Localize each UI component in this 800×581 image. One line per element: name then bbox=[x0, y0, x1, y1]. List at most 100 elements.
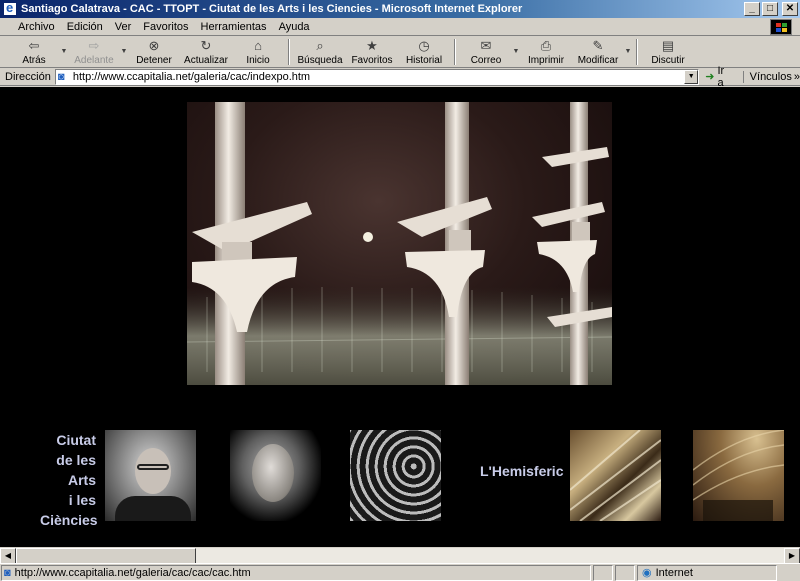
history-icon: ◷ bbox=[418, 38, 430, 53]
interior-lines bbox=[693, 430, 784, 521]
correo-button[interactable]: ✉ Correo bbox=[460, 37, 512, 67]
scroll-thumb[interactable] bbox=[16, 548, 196, 564]
ie-logo-icon bbox=[3, 0, 17, 16]
windows-logo-icon bbox=[770, 19, 792, 35]
home-icon: ⌂ bbox=[254, 38, 262, 53]
side-title-line: Ciutat bbox=[56, 432, 96, 448]
chevron-down-icon[interactable]: ▼ bbox=[60, 37, 68, 67]
adelante-button: ⇨ Adelante bbox=[68, 37, 120, 67]
detener-button[interactable]: ⊗ Detener bbox=[128, 37, 180, 67]
toolbar-button-label: Modificar bbox=[577, 55, 619, 66]
menu-ayuda[interactable]: Ayuda bbox=[273, 21, 316, 33]
toolbar: ⇦ Atrás ▼ ⇨ Adelante ▼ ⊗ Detener ↻ Actualizar ⌂ Ini… bbox=[0, 37, 800, 68]
favorites-icon: ★ bbox=[366, 38, 378, 53]
menu-herramientas[interactable]: Herramientas bbox=[195, 21, 273, 33]
discuss-icon: ▤ bbox=[661, 38, 675, 53]
chevron-down-icon[interactable]: ▼ bbox=[120, 37, 128, 67]
toolbar-button-label: Detener bbox=[136, 55, 172, 66]
hero-photo bbox=[187, 102, 612, 385]
menu-ver[interactable]: Ver bbox=[109, 21, 138, 33]
address-label: Dirección bbox=[5, 70, 51, 83]
menu-favoritos[interactable]: Favoritos bbox=[137, 21, 194, 33]
historial-button[interactable]: ◷ Historial bbox=[398, 37, 450, 67]
thumbnail-spiral[interactable] bbox=[350, 430, 441, 521]
go-arrow-icon: ➜ bbox=[705, 71, 715, 83]
toolbar-button-label: Favoritos bbox=[351, 55, 393, 66]
go-button[interactable]: ➜ Ir a bbox=[705, 65, 732, 89]
discutir-button[interactable]: ▤ Discutir bbox=[642, 37, 694, 67]
status-bar: ◙ http://www.ccapitalia.net/galeria/cac/… bbox=[0, 563, 800, 581]
side-title[interactable]: Ciutat de les Arts i les Ciències bbox=[40, 430, 98, 530]
toolbar-button-label: Actualizar bbox=[184, 55, 228, 66]
back-arrow-icon: ⇦ bbox=[28, 38, 40, 53]
thumbnail-portrait-elder[interactable] bbox=[230, 430, 321, 521]
chevron-right-icon: » bbox=[793, 70, 800, 83]
thumbnail-portrait-calatrava[interactable] bbox=[105, 430, 196, 521]
toolbar-separator bbox=[636, 39, 638, 65]
title-bar: Santiago Calatrava - CAC - TTOPT - Ciuta… bbox=[0, 0, 800, 18]
atrás-button[interactable]: ⇦ Atrás bbox=[8, 37, 60, 67]
security-zone-panel: ◉ Internet bbox=[637, 564, 777, 581]
actualizar-button[interactable]: ↻ Actualizar bbox=[180, 37, 232, 67]
búsqueda-button[interactable]: ⌕ Búsqueda bbox=[294, 37, 346, 67]
zone-label: Internet bbox=[655, 566, 693, 579]
scroll-right-button[interactable]: ▶ bbox=[784, 548, 800, 564]
window-title: Santiago Calatrava - CAC - TTOPT - Ciuta… bbox=[21, 3, 523, 15]
menu-archivo[interactable]: Archivo bbox=[12, 21, 61, 33]
globe-icon: ◉ bbox=[642, 567, 652, 579]
page-icon: ◙ bbox=[57, 70, 65, 83]
side-title-line: i les bbox=[68, 492, 96, 508]
address-input[interactable] bbox=[72, 70, 693, 83]
page-content: Ciutat de les Arts i les Ciències L'Hemi… bbox=[0, 87, 800, 547]
toolbar-button-label: Discutir bbox=[651, 55, 685, 66]
close-button[interactable]: ✕ bbox=[782, 2, 798, 16]
thumbnail-hemisferic-structure[interactable] bbox=[570, 430, 661, 521]
search-icon: ⌕ bbox=[316, 38, 324, 53]
side-title-line: Arts bbox=[67, 472, 96, 488]
status-text: http://www.ccapitalia.net/galeria/cac/ca… bbox=[14, 566, 251, 579]
side-title-line: de les bbox=[56, 452, 96, 468]
chevron-down-icon[interactable]: ▼ bbox=[512, 37, 520, 67]
face-shape bbox=[252, 444, 294, 502]
toolbar-separator bbox=[288, 39, 290, 65]
modificar-button[interactable]: ✎ Modificar bbox=[572, 37, 624, 67]
maximize-button[interactable]: □ bbox=[762, 2, 778, 16]
favoritos-button[interactable]: ★ Favoritos bbox=[346, 37, 398, 67]
forward-arrow-icon: ⇨ bbox=[88, 38, 100, 53]
links-label: Vínculos bbox=[749, 70, 792, 83]
print-icon: ⎙ bbox=[540, 38, 552, 53]
glasses-shape bbox=[137, 464, 169, 470]
page-icon: ◙ bbox=[4, 566, 11, 579]
scroll-left-button[interactable]: ◀ bbox=[0, 548, 16, 564]
address-dropdown-button[interactable]: ▼ bbox=[684, 69, 699, 84]
status-text-panel: ◙ http://www.ccapitalia.net/galeria/cac/… bbox=[1, 564, 591, 581]
address-box: ◙ ▼ bbox=[54, 68, 700, 85]
thumbnail-museum-interior[interactable] bbox=[693, 430, 784, 521]
toolbar-button-label: Correo bbox=[470, 55, 502, 66]
toolbar-button-label: Imprimir bbox=[527, 55, 565, 66]
go-label: Ir a bbox=[717, 64, 725, 89]
imprimir-button[interactable]: ⎙ Imprimir bbox=[520, 37, 572, 67]
architecture-photo bbox=[187, 102, 612, 385]
window-controls: _ □ ✕ bbox=[744, 2, 798, 16]
status-panel bbox=[615, 564, 635, 581]
chevron-down-icon[interactable]: ▼ bbox=[624, 37, 632, 67]
inicio-button[interactable]: ⌂ Inicio bbox=[232, 37, 284, 67]
status-panel bbox=[593, 564, 613, 581]
toolbar-separator bbox=[454, 39, 456, 65]
menu-edicion[interactable]: Edición bbox=[61, 21, 109, 33]
minimize-button[interactable]: _ bbox=[744, 2, 760, 16]
toolbar-button-label: Adelante bbox=[74, 55, 114, 66]
toolbar-button-label: Historial bbox=[405, 55, 443, 66]
links-button[interactable]: Vínculos » bbox=[742, 70, 800, 83]
toolbar-button-label: Atrás bbox=[22, 55, 46, 66]
menu-bar: Archivo Edición Ver Favoritos Herramient… bbox=[0, 18, 800, 36]
hemisferic-link[interactable]: L'Hemisferic bbox=[480, 463, 563, 479]
stop-icon: ⊗ bbox=[148, 38, 160, 53]
edit-icon: ✎ bbox=[592, 38, 604, 53]
address-bar: Dirección ◙ ▼ ➜ Ir a Vínculos » bbox=[0, 65, 800, 89]
face-shape bbox=[135, 448, 171, 494]
toolbar-button-label: Inicio bbox=[246, 55, 270, 66]
horizontal-scrollbar[interactable]: ◀ ▶ bbox=[0, 547, 800, 564]
structure-lines bbox=[570, 430, 661, 521]
